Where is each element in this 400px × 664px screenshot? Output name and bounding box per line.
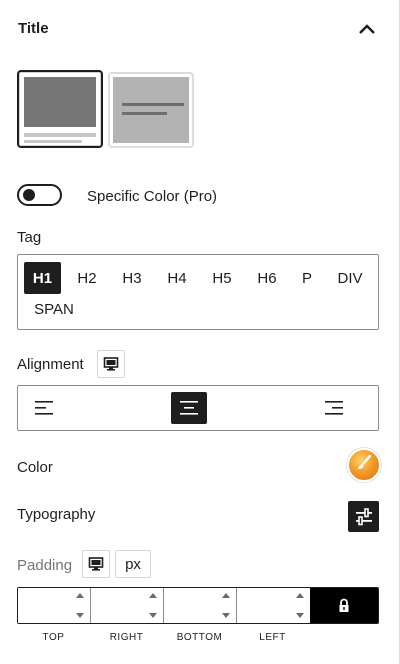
align-right-icon[interactable] [316, 392, 352, 424]
toggle-knob [23, 189, 35, 201]
align-left-icon[interactable] [26, 392, 62, 424]
tag-option-h4[interactable]: H4 [160, 262, 194, 294]
panel-header[interactable]: Title [0, 0, 399, 58]
tag-option-h1[interactable]: H1 [24, 262, 61, 294]
padding-top-caption: TOP [42, 632, 65, 643]
layout-image-placeholder [113, 77, 189, 143]
padding-bottom-caption: BOTTOM [176, 632, 223, 643]
tag-option-h2[interactable]: H2 [70, 262, 104, 294]
color-picker-swatch[interactable] [347, 448, 381, 482]
layout-text-line [122, 112, 167, 115]
tag-option-h6[interactable]: H6 [250, 262, 284, 294]
padding-bottom-input[interactable] [164, 588, 237, 623]
layout-option-text-over-image[interactable] [108, 72, 194, 148]
padding-right-input[interactable] [91, 588, 164, 623]
number-stepper[interactable] [220, 592, 232, 619]
paintbrush-icon [355, 454, 373, 477]
tag-option-span[interactable]: SPAN [28, 293, 80, 325]
tag-selector: H1 H2 H3 H4 H5 H6 P DIV SPAN [17, 254, 379, 330]
padding-top-input[interactable] [18, 588, 91, 623]
padding-label: Padding [17, 557, 73, 574]
padding-left-input[interactable] [237, 588, 310, 623]
layout-text-line [24, 140, 82, 143]
alignment-selector [17, 385, 379, 431]
tag-option-p[interactable]: P [296, 262, 318, 294]
specific-color-toggle[interactable] [17, 184, 62, 206]
desktop-icon[interactable] [97, 350, 125, 378]
tag-option-h5[interactable]: H5 [205, 262, 239, 294]
color-label: Color [17, 459, 53, 476]
padding-right-caption: RIGHT [109, 632, 144, 643]
typography-label: Typography [17, 506, 96, 523]
number-stepper[interactable] [147, 592, 159, 619]
padding-inputs [17, 587, 379, 624]
padding-left-caption: LEFT [259, 632, 286, 643]
tag-label: Tag [17, 229, 42, 246]
desktop-icon[interactable] [82, 550, 110, 578]
tag-option-div[interactable]: DIV [330, 262, 370, 294]
padding-unit-select[interactable]: px [115, 550, 151, 578]
chevron-up-icon[interactable] [352, 16, 382, 42]
panel-title: Title [18, 20, 49, 37]
sliders-icon[interactable] [348, 501, 379, 532]
lock-icon[interactable] [310, 588, 378, 623]
align-center-icon[interactable] [171, 392, 207, 424]
layout-text-line [24, 133, 96, 137]
specific-color-label: Specific Color (Pro) [87, 188, 218, 205]
tag-option-h3[interactable]: H3 [115, 262, 149, 294]
number-stepper[interactable] [294, 592, 306, 619]
layout-image-placeholder [24, 77, 96, 127]
layout-text-line [122, 103, 184, 106]
alignment-label: Alignment [17, 356, 84, 373]
number-stepper[interactable] [74, 592, 86, 619]
layout-option-image-above-text[interactable] [17, 70, 103, 148]
